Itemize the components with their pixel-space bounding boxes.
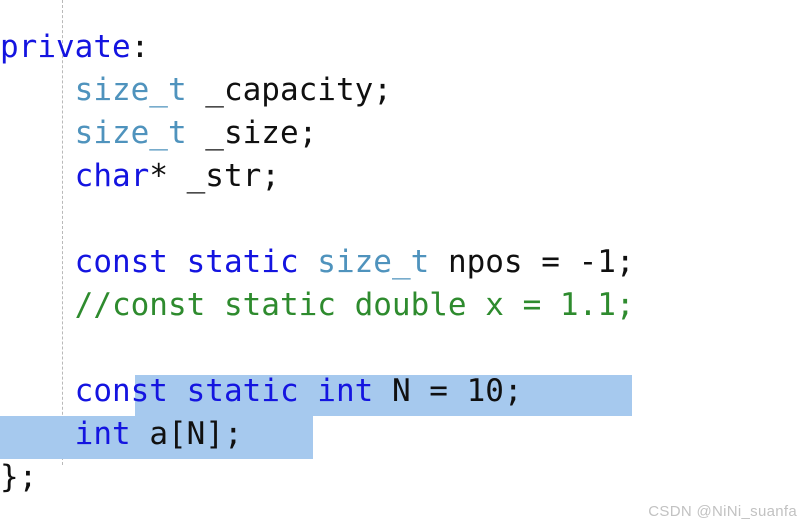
code-line[interactable] [0,198,635,241]
code-token-kw: const static [74,244,318,280]
code-line[interactable]: const static size_t npos = -1; [0,241,635,284]
code-line[interactable]: const static int N = 10; [0,370,635,413]
code-token-ident: : [130,29,150,65]
code-token-kw: private [0,29,131,65]
csdn-watermark: CSDN @NiNi_suanfa [648,503,797,520]
code-token-ident: _capacity; [186,72,392,108]
code-line[interactable]: int a[N]; [0,413,635,456]
code-token-ident: N = 10; [373,373,523,409]
code-editor-view[interactable]: private: size_t _capacity; size_t _size;… [0,0,811,526]
code-token-type: size_t [74,115,187,151]
code-token-ident: a[N]; [130,416,243,452]
code-line[interactable]: size_t _capacity; [0,69,635,112]
code-token-ident: npos = -1; [429,244,635,280]
code-token-ident: _size; [186,115,318,151]
code-line[interactable]: }; [0,456,635,499]
code-line[interactable]: private: [0,26,635,69]
code-token-ident: * _str; [149,158,280,194]
code-line[interactable]: size_t _size; [0,112,635,155]
code-token-kw: const static int [74,373,374,409]
code-token-type: size_t [317,244,430,280]
code-token-kw: char [74,158,150,194]
code-line[interactable]: //const static double x = 1.1; [0,284,635,327]
code-token-type: size_t [74,72,187,108]
code-content[interactable]: private: size_t _capacity; size_t _size;… [0,0,635,499]
code-token-ident: }; [0,459,38,495]
code-token-comment: //const static double x = 1.1; [74,287,635,323]
code-line[interactable] [0,327,635,370]
code-line[interactable]: char* _str; [0,155,635,198]
code-token-kw: int [74,416,131,452]
